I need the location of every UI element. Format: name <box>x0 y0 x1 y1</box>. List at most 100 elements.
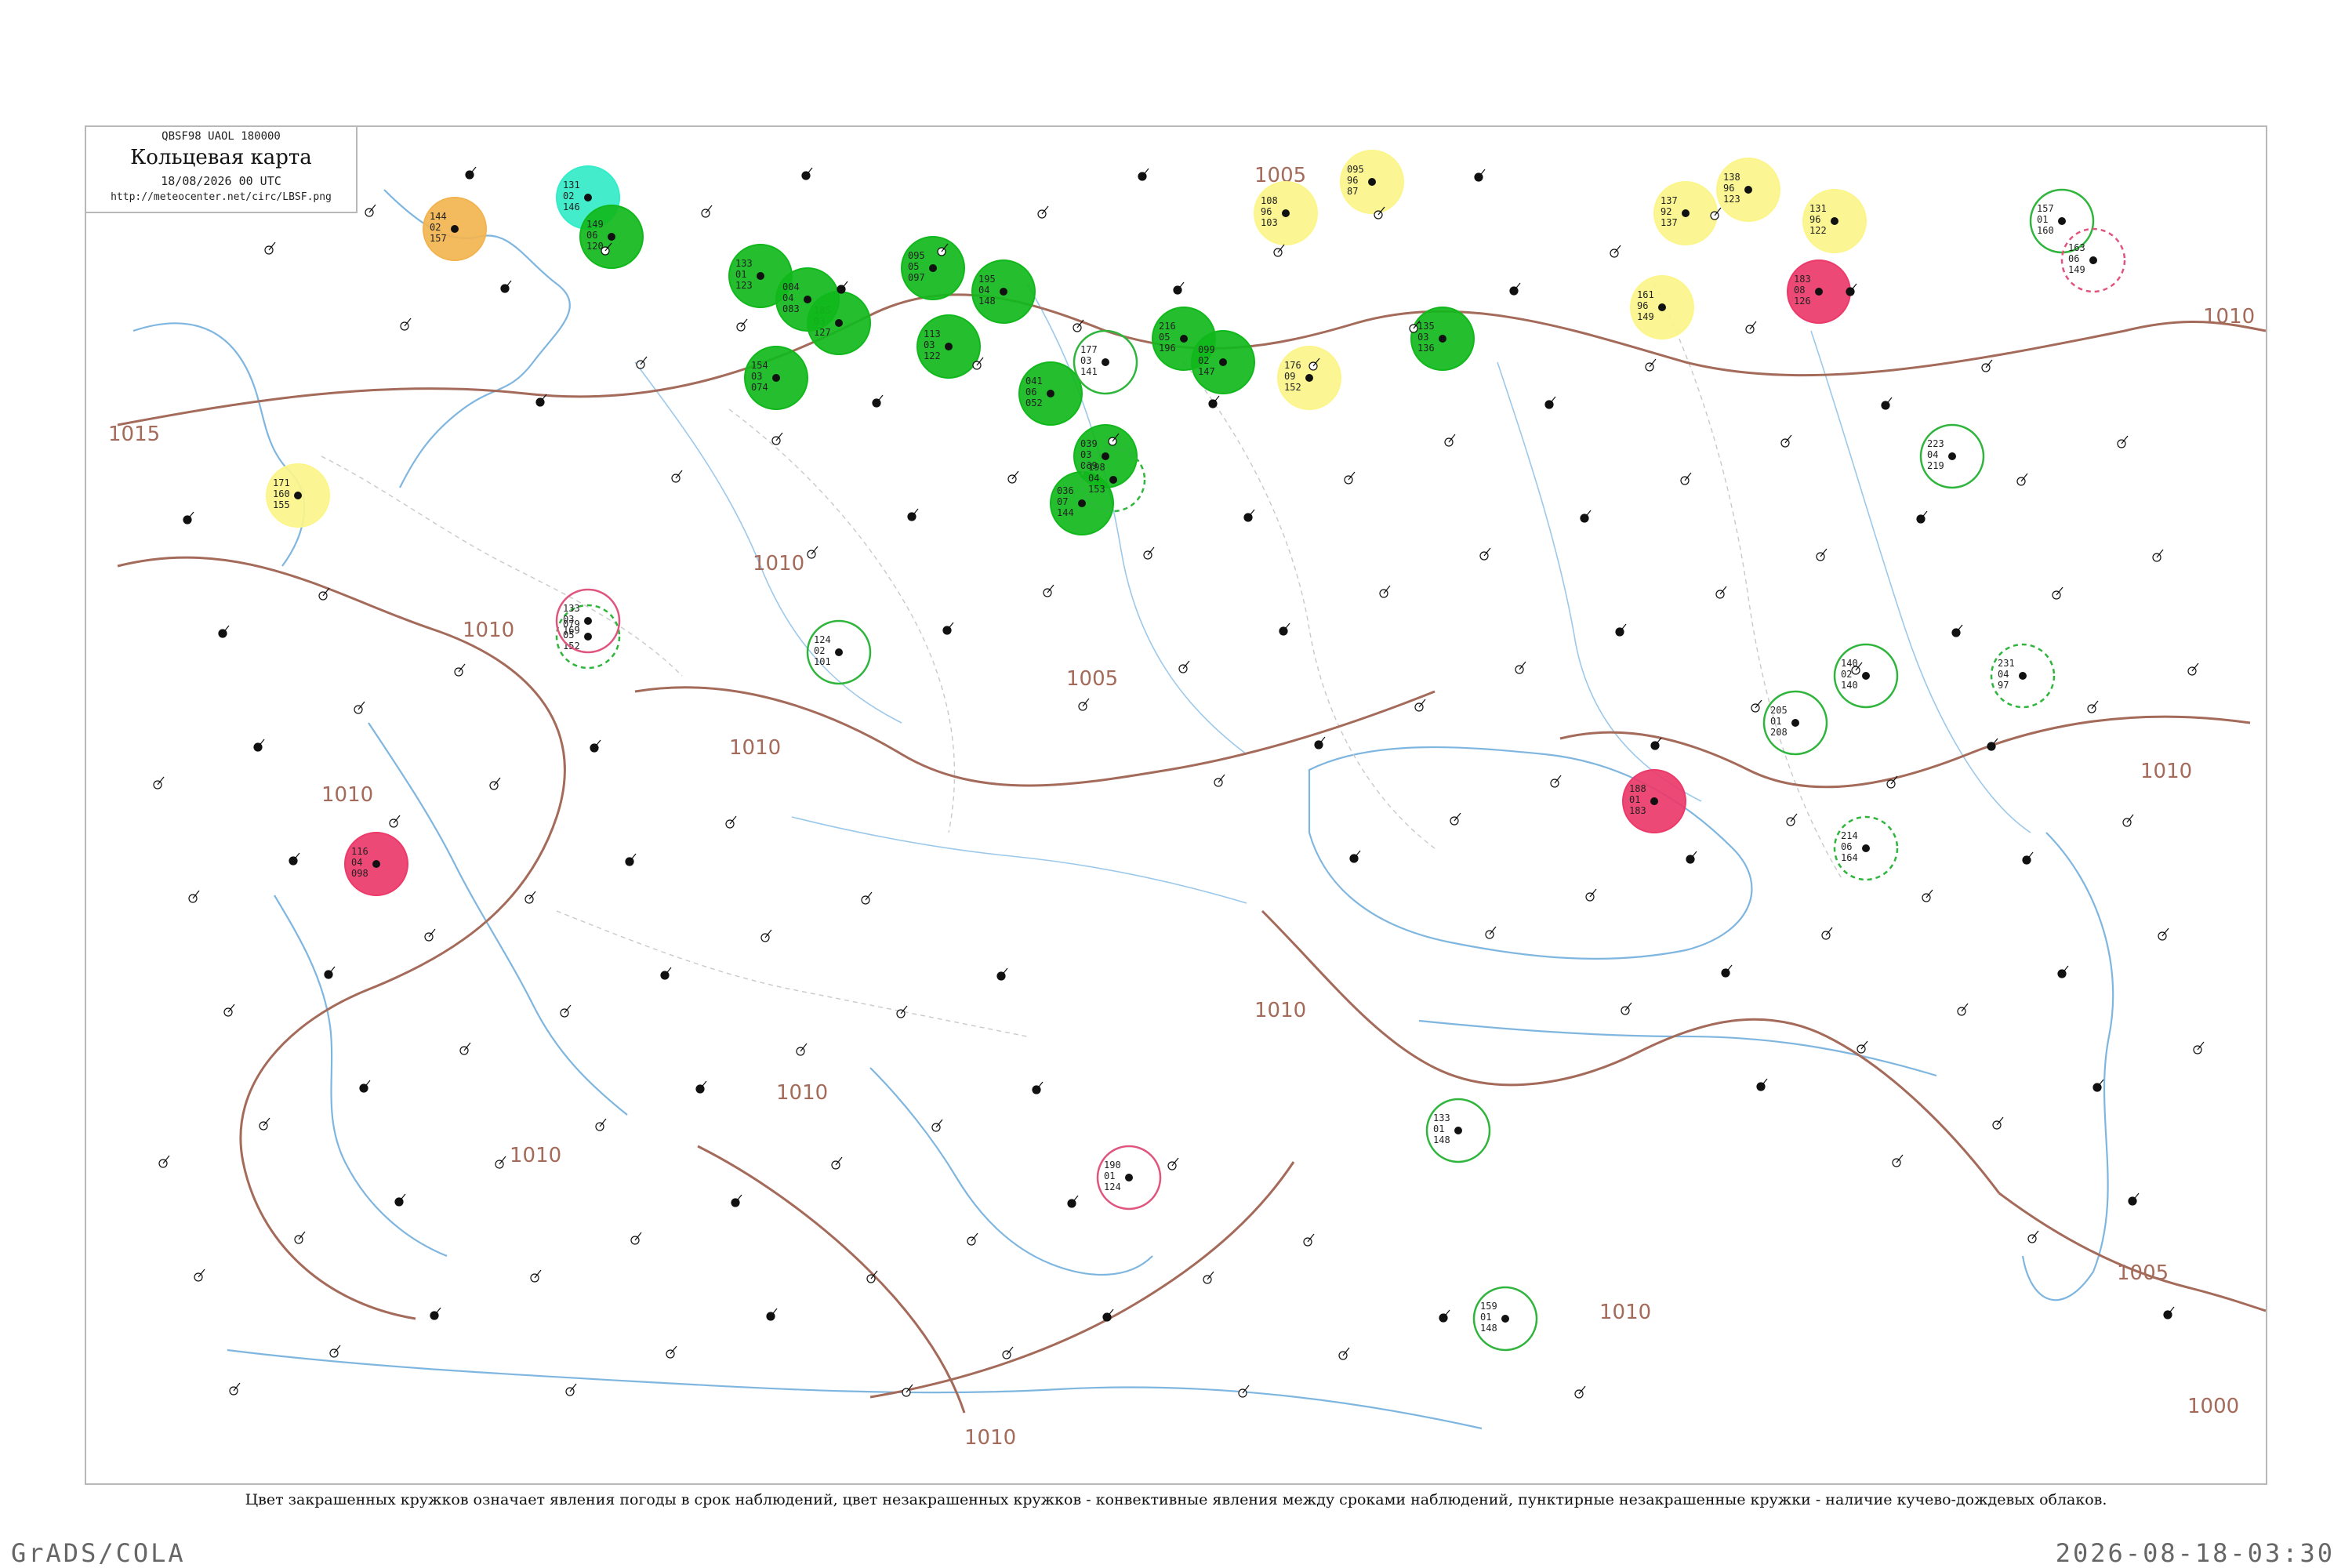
station-background <box>1585 888 1597 902</box>
station-background <box>2087 700 2099 713</box>
station-pressure: 138 <box>1723 172 1740 183</box>
map-frame: 1010 1005 1015 1010 1010 1005 1010 1010 … <box>85 125 2267 1485</box>
station-dot <box>1000 288 1007 296</box>
station-background <box>595 1118 607 1131</box>
station-background <box>1450 812 1461 826</box>
station-plot: 13503136 <box>1410 307 1475 371</box>
station-temperature: 157 <box>430 233 447 244</box>
station-background <box>530 1269 542 1283</box>
station-dot <box>1102 452 1109 460</box>
station-temperature: 97 <box>1998 680 2009 691</box>
station-plot: 171160155 <box>266 463 330 528</box>
station-background <box>1544 396 1556 409</box>
station-pressure: 133 <box>1433 1112 1450 1123</box>
station-dot <box>584 617 592 625</box>
station-pressure: 095 <box>1347 164 1364 175</box>
station-background <box>1007 470 1019 484</box>
station-background <box>1686 851 1697 864</box>
station-background <box>695 1080 707 1094</box>
station-tendency: 92 <box>1661 206 1671 217</box>
station-dot <box>1219 358 1227 366</box>
station-dot <box>1047 390 1054 397</box>
isobar-label: 1010 <box>510 1144 561 1167</box>
station-pressure: 176 <box>1284 360 1301 371</box>
station-background <box>1821 927 1833 940</box>
station-background <box>329 1345 341 1358</box>
station-tendency: 05 <box>908 261 919 272</box>
station-background <box>1715 586 1727 599</box>
isobar-line-6 <box>869 1161 1295 1399</box>
station-background <box>907 508 919 521</box>
isobar-line-9 <box>697 1145 966 1414</box>
station-dot <box>1862 844 1870 852</box>
station-temperature: 153 <box>1088 484 1105 495</box>
station-background <box>1550 775 1562 788</box>
station-background <box>1067 1195 1079 1208</box>
station-background <box>1279 622 1290 636</box>
station-background <box>359 1080 371 1093</box>
coastline-adriatic <box>368 722 628 1116</box>
station-background <box>630 1232 642 1245</box>
station-plot: 19504148 <box>971 260 1036 324</box>
station-background <box>1444 434 1456 447</box>
station-background <box>636 356 648 369</box>
station-plot: 17609152 <box>1277 346 1341 410</box>
station-dot <box>835 648 843 656</box>
station-background <box>424 928 436 942</box>
map-header: QBSF98 UAOL 180000 Кольцевая карта 18/08… <box>86 127 358 213</box>
station-plot: 11303122 <box>916 314 981 379</box>
station-background <box>264 241 276 255</box>
station-background <box>2128 1192 2140 1206</box>
station-tendency: 06 <box>1025 387 1036 397</box>
station-background <box>229 1382 241 1396</box>
station-plot: 21406164 <box>1833 815 1899 881</box>
station-temperature: 052 <box>1025 397 1043 408</box>
station-background <box>1238 1385 1250 1398</box>
station-dot <box>945 343 953 350</box>
station-pressure: 161 <box>1637 289 1654 300</box>
station-dot <box>1744 186 1752 194</box>
station-temperature: 144 <box>1057 507 1074 518</box>
station-dot <box>1682 209 1690 217</box>
station-dot <box>1791 719 1799 727</box>
station-background <box>1414 699 1426 712</box>
station-tendency: 03 <box>1417 332 1428 343</box>
station-plot: 15901148 <box>1472 1286 1538 1352</box>
legend-note: Цвет закрашенных кружков означает явлени… <box>245 1491 2107 1508</box>
station-temperature: 148 <box>1433 1134 1450 1145</box>
station-background <box>223 1004 235 1017</box>
station-pressure: 195 <box>978 274 996 285</box>
station-background <box>1167 1157 1179 1171</box>
station-background <box>996 967 1008 981</box>
station-plot: 12402101 <box>806 619 872 685</box>
station-background <box>1037 205 1049 219</box>
isobar-label: 1010 <box>2140 760 2192 783</box>
station-background <box>1138 168 1149 181</box>
station-temperature: 183 <box>1629 805 1646 816</box>
station-temperature: 140 <box>1841 680 1858 691</box>
station-background <box>394 1193 406 1207</box>
station-temperature: 123 <box>735 280 753 291</box>
station-background <box>454 663 466 677</box>
station-tendency: 03 <box>924 339 935 350</box>
station-background <box>1143 546 1155 560</box>
station-pressure: 188 <box>1629 783 1646 794</box>
station-background <box>1650 737 1662 750</box>
footer-software: GrADS/COLA <box>11 1538 186 1568</box>
station-pressure: 041 <box>1025 376 1043 387</box>
station-dot <box>1305 374 1313 382</box>
station-background <box>1881 397 1893 410</box>
station-tendency: 96 <box>1261 206 1272 217</box>
station-dot <box>2019 672 2027 680</box>
station-tendency: 04 <box>351 857 362 868</box>
station-tendency: 160 <box>273 488 290 499</box>
station-plot: 18801183 <box>1622 769 1686 833</box>
station-pressure: 133 <box>735 258 753 269</box>
map-date: 18/08/2026 00 UTC <box>161 174 281 188</box>
station-tendency: 96 <box>1723 183 1734 194</box>
station-tendency: 01 <box>1770 716 1781 727</box>
station-temperature: 141 <box>1080 366 1098 377</box>
station-background <box>1786 813 1798 826</box>
coastline-tyrrhenian <box>274 895 448 1258</box>
station-background <box>1379 585 1391 598</box>
